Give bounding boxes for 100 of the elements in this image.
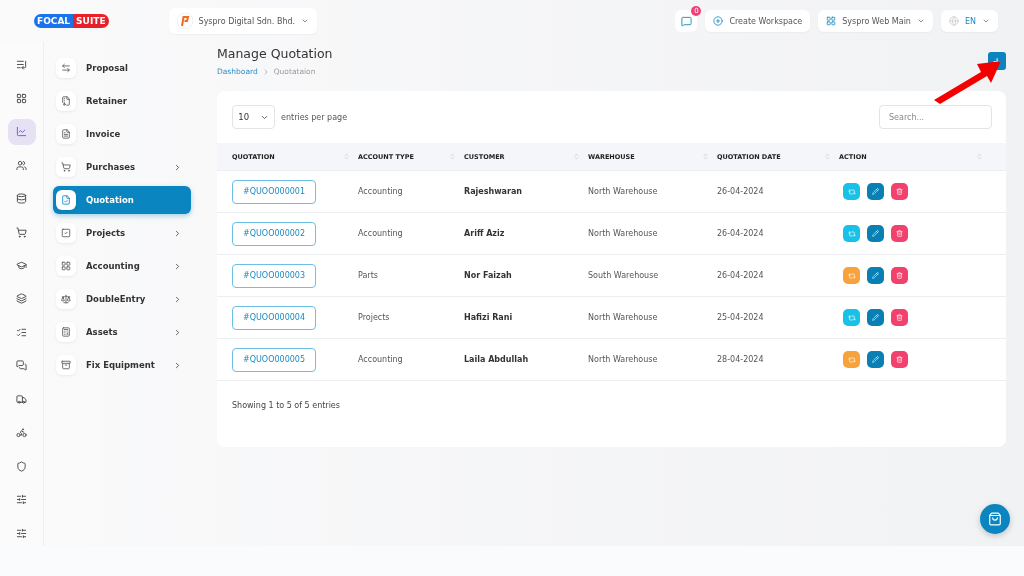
sort-icon bbox=[573, 153, 580, 160]
grid-icon bbox=[16, 92, 27, 104]
delete-button[interactable] bbox=[891, 309, 908, 326]
database-icon bbox=[16, 193, 27, 205]
rail-button[interactable] bbox=[7, 118, 36, 145]
table-cell-text: Laila Abdullah bbox=[464, 355, 530, 364]
sidebar-item[interactable]: DoubleEntry bbox=[53, 285, 191, 313]
quotation-link[interactable]: #QUOO000004 bbox=[232, 305, 316, 330]
table-cell-text: 25-04-2024 bbox=[717, 313, 765, 322]
arrows-icon bbox=[61, 63, 71, 73]
cart-icon bbox=[16, 226, 27, 238]
layers-icon bbox=[16, 293, 27, 305]
table-cell-text: Rajeshwaran bbox=[464, 187, 523, 196]
sidebar-item[interactable]: Assets bbox=[53, 318, 191, 346]
sidebar-item[interactable]: Invoice bbox=[53, 120, 191, 148]
file-icon bbox=[61, 96, 71, 106]
chevron-right-icon bbox=[173, 360, 182, 370]
page-title: Manage Quotation bbox=[217, 46, 333, 61]
plus-circle-icon bbox=[713, 16, 724, 26]
chevron-down-icon bbox=[916, 17, 925, 25]
edit-button[interactable] bbox=[867, 351, 884, 368]
workspace-selector[interactable]: Syspro Web Main bbox=[818, 10, 933, 32]
table-cell-text: North Warehouse bbox=[588, 313, 659, 322]
delete-button[interactable] bbox=[891, 225, 908, 242]
table-cell-text: Accounting bbox=[358, 187, 404, 196]
table-cell-text: South Warehouse bbox=[588, 271, 660, 280]
sidebar-item[interactable]: Projects bbox=[53, 219, 191, 247]
table-cell-text: 26-04-2024 bbox=[717, 271, 765, 280]
company-selector[interactable]: Syspro Digital Sdn. Bhd. bbox=[168, 8, 318, 34]
edit-button[interactable] bbox=[867, 309, 884, 326]
chevron-down-icon bbox=[301, 17, 310, 25]
trash-icon bbox=[896, 356, 903, 363]
table-cell-text: 26-04-2024 bbox=[717, 187, 765, 196]
repeat-icon bbox=[847, 355, 856, 364]
search-field[interactable]: Search... bbox=[879, 105, 992, 129]
bike-icon bbox=[16, 427, 27, 439]
table-cell-text: Nor Faizah bbox=[464, 271, 513, 280]
sidebar-item[interactable]: Fix Equipment bbox=[53, 351, 191, 379]
trash-icon bbox=[896, 272, 903, 279]
repeat-icon bbox=[847, 271, 856, 280]
sidebar-item[interactable]: Proposal bbox=[53, 54, 191, 82]
page-size-label: entries per page bbox=[281, 112, 348, 122]
repeat-icon bbox=[847, 187, 856, 196]
create-workspace-button[interactable]: Create Workspace bbox=[705, 10, 811, 32]
pencil-icon bbox=[872, 356, 879, 363]
message-icon bbox=[680, 15, 692, 27]
page-size-select[interactable]: 10 bbox=[232, 105, 275, 129]
scale-icon bbox=[61, 294, 71, 304]
table-cell-text: Accounting bbox=[358, 355, 404, 364]
convert-button[interactable] bbox=[843, 351, 860, 368]
table-cell-text: Ariff Aziz bbox=[464, 229, 506, 238]
language-selector[interactable]: EN bbox=[940, 10, 998, 32]
convert-button[interactable] bbox=[843, 225, 860, 242]
entries-summary: Showing 1 to 5 of 5 entries bbox=[231, 400, 341, 412]
checklist-icon bbox=[16, 326, 27, 338]
cart-button[interactable] bbox=[980, 504, 1010, 534]
sort-icon bbox=[824, 153, 831, 160]
table-cell-text: Projects bbox=[358, 313, 391, 322]
trash-icon bbox=[896, 230, 903, 237]
pencil-icon bbox=[872, 230, 879, 237]
table-cell-text: North Warehouse bbox=[588, 187, 659, 196]
quotation-link[interactable]: #QUOO000003 bbox=[232, 263, 316, 288]
company-logo-icon bbox=[176, 13, 193, 29]
edit-button[interactable] bbox=[867, 183, 884, 200]
trash-icon bbox=[896, 188, 903, 195]
table-cell-text: North Warehouse bbox=[588, 229, 659, 238]
table-cell-text: Accounting bbox=[358, 229, 404, 238]
sidebar-item[interactable]: Retainer bbox=[53, 87, 191, 115]
calculator-icon bbox=[61, 327, 71, 337]
users-icon bbox=[16, 159, 27, 171]
sidebar-item[interactable]: Purchases bbox=[53, 153, 191, 181]
document-icon bbox=[61, 195, 71, 205]
sort-icon bbox=[343, 153, 350, 160]
globe-icon bbox=[948, 16, 959, 26]
sidebar-item[interactable]: Accounting bbox=[53, 252, 191, 280]
repeat-icon bbox=[847, 229, 856, 238]
cart-icon bbox=[61, 162, 71, 172]
delete-button[interactable] bbox=[891, 351, 908, 368]
edit-button[interactable] bbox=[867, 225, 884, 242]
edit-button[interactable] bbox=[867, 267, 884, 284]
shopping-bag-icon bbox=[988, 512, 1002, 526]
sidebar-item[interactable]: Quotation bbox=[53, 186, 191, 214]
table-cell-text: North Warehouse bbox=[588, 355, 659, 364]
sort-icon bbox=[702, 153, 709, 160]
convert-button[interactable] bbox=[843, 267, 860, 284]
chevron-right-icon bbox=[173, 228, 182, 238]
convert-button[interactable] bbox=[843, 309, 860, 326]
quotation-link[interactable]: #QUOO000002 bbox=[232, 221, 316, 246]
quotation-link[interactable]: #QUOO000005 bbox=[232, 347, 316, 372]
chevron-right-icon bbox=[173, 327, 182, 337]
delete-button[interactable] bbox=[891, 267, 908, 284]
focal-suite-logo: FOCAL SUITE bbox=[34, 14, 109, 28]
list-icon bbox=[16, 59, 27, 71]
document-icon bbox=[61, 129, 71, 139]
table-cell-text: 26-04-2024 bbox=[717, 229, 765, 238]
delete-button[interactable] bbox=[891, 183, 908, 200]
convert-button[interactable] bbox=[843, 183, 860, 200]
chevron-right-icon bbox=[173, 261, 182, 271]
truck-icon bbox=[16, 393, 27, 405]
quotation-link[interactable]: #QUOO000001 bbox=[232, 179, 316, 204]
